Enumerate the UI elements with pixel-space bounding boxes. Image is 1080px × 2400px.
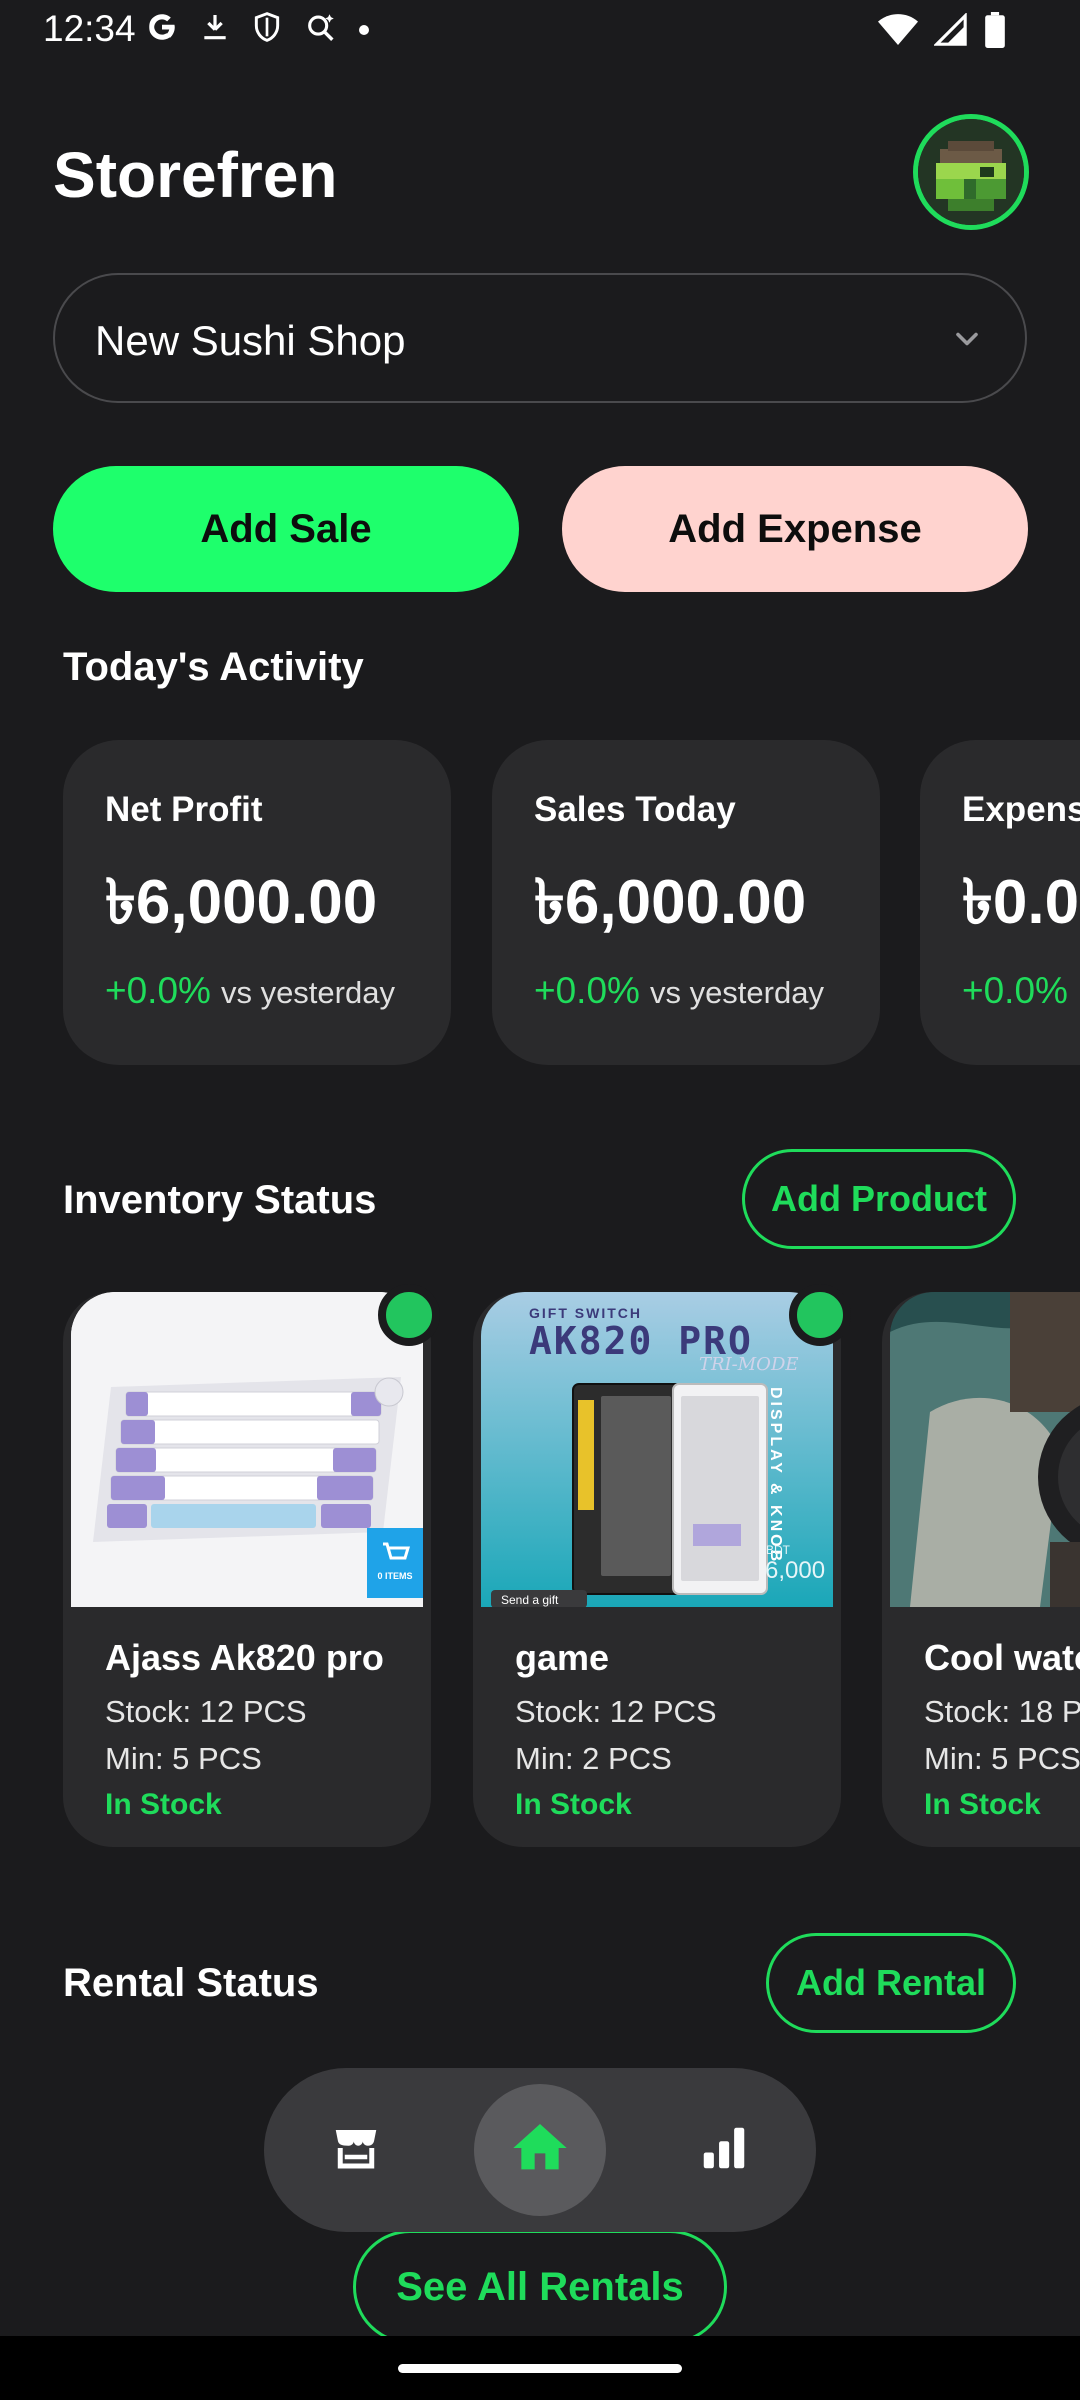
product-status: In Stock xyxy=(105,1788,222,1821)
change-percent: +0.0% xyxy=(962,970,1068,1011)
status-right-icons xyxy=(878,12,1006,53)
battery-icon xyxy=(984,12,1006,53)
add-expense-button[interactable]: Add Expense xyxy=(562,466,1028,592)
shield-icon xyxy=(251,10,283,49)
activity-section-title: Today's Activity xyxy=(63,645,364,689)
app-title: Storefren xyxy=(53,139,338,211)
bar-chart-icon xyxy=(697,2121,751,2180)
product-card[interactable]: 0 ITEMS Ajass Ak820 pro Stock: 12 PCS Mi… xyxy=(63,1292,431,1847)
activity-card-label: Net Profit xyxy=(105,790,263,829)
activity-card-value: ৳6,000.00 xyxy=(105,868,378,937)
product-image-currency: BDT xyxy=(766,1543,791,1557)
wifi-icon xyxy=(878,13,918,52)
store-icon xyxy=(329,2121,383,2180)
activity-card-change: +0.0% xyxy=(962,970,1078,1012)
activity-card-value: ৳6,000.00 xyxy=(534,868,807,937)
status-left-icons xyxy=(145,10,369,49)
product-image-gift: Send a gift xyxy=(501,1593,559,1607)
product-status: In Stock xyxy=(515,1788,632,1821)
app-screen: 12:34 Storefren New Sushi Shop Add Sale … xyxy=(0,0,1080,2400)
status-time: 12:34 xyxy=(43,8,136,49)
pixel-avatar-icon[interactable] xyxy=(913,114,1029,230)
shop-selector-dropdown[interactable]: New Sushi Shop xyxy=(53,273,1027,403)
home-gesture-handle[interactable] xyxy=(398,2364,682,2373)
rental-section-title: Rental Status xyxy=(63,1961,319,2005)
change-percent: +0.0% xyxy=(105,970,211,1011)
product-image-side: DISPLAY & KNOB xyxy=(767,1387,784,1564)
product-name: Cool watc xyxy=(924,1637,1080,1678)
change-percent: +0.0% xyxy=(534,970,640,1011)
dot-icon xyxy=(359,24,369,35)
bottom-navigation xyxy=(264,2068,816,2232)
assistant-sparkle-icon xyxy=(303,10,339,49)
activity-card-expenses[interactable]: Expens ৳0.0 +0.0% xyxy=(920,740,1080,1065)
change-compare: vs yesterday xyxy=(220,975,395,1010)
add-rental-button[interactable]: Add Rental xyxy=(766,1933,1016,2033)
product-image: GIFT SWITCH AK820 PRO TRI-MODE DISPLAY &… xyxy=(481,1292,833,1607)
download-icon xyxy=(199,10,231,49)
product-name: Ajass Ak820 pro xyxy=(105,1637,384,1678)
nav-analytics[interactable] xyxy=(658,2084,790,2216)
activity-card-value: ৳0.0 xyxy=(962,868,1080,937)
product-min: Min: 2 PCS xyxy=(515,1741,672,1776)
nav-store[interactable] xyxy=(290,2084,422,2216)
in-stock-indicator xyxy=(378,1284,440,1346)
home-icon xyxy=(508,2116,572,2185)
change-compare: vs yesterday xyxy=(649,975,824,1010)
activity-card-net-profit[interactable]: Net Profit ৳6,000.00 +0.0% vs yesterday xyxy=(63,740,451,1065)
activity-card-change: +0.0% vs yesterday xyxy=(534,970,824,1012)
product-image-script: TRI-MODE xyxy=(699,1354,799,1375)
product-image-price: 6,000 xyxy=(765,1557,825,1584)
google-icon xyxy=(145,10,179,49)
product-image xyxy=(890,1292,1080,1607)
product-stock: Stock: 12 PCS xyxy=(105,1694,307,1729)
nav-home[interactable] xyxy=(474,2084,606,2216)
product-stock: Stock: 18 P xyxy=(924,1694,1080,1729)
see-all-rentals-button[interactable]: See All Rentals xyxy=(353,2230,727,2344)
activity-card-label: Sales Today xyxy=(534,790,736,829)
signal-icon xyxy=(933,12,968,52)
product-min: Min: 5 PCS xyxy=(924,1741,1080,1776)
product-stock: Stock: 12 PCS xyxy=(515,1694,717,1729)
activity-card-change: +0.0% vs yesterday xyxy=(105,970,395,1012)
chevron-down-icon xyxy=(949,321,985,362)
product-status: In Stock xyxy=(924,1788,1041,1821)
product-name: game xyxy=(515,1637,610,1678)
product-card[interactable]: GIFT SWITCH AK820 PRO TRI-MODE DISPLAY &… xyxy=(473,1292,841,1847)
add-product-button[interactable]: Add Product xyxy=(742,1149,1016,1249)
activity-card-sales-today[interactable]: Sales Today ৳6,000.00 +0.0% vs yesterday xyxy=(492,740,880,1065)
inventory-section-title: Inventory Status xyxy=(63,1178,377,1222)
add-sale-button[interactable]: Add Sale xyxy=(53,466,519,592)
product-card[interactable]: Cool watc Stock: 18 P Min: 5 PCS In Stoc… xyxy=(882,1292,1080,1847)
in-stock-indicator xyxy=(789,1284,851,1346)
activity-card-label: Expens xyxy=(962,790,1080,829)
product-image: 0 ITEMS xyxy=(71,1292,423,1607)
product-min: Min: 5 PCS xyxy=(105,1741,262,1776)
product-badge-text: 0 ITEMS xyxy=(377,1571,412,1581)
shop-selector-value: New Sushi Shop xyxy=(95,317,406,364)
status-bar: 12:34 xyxy=(0,0,1080,62)
